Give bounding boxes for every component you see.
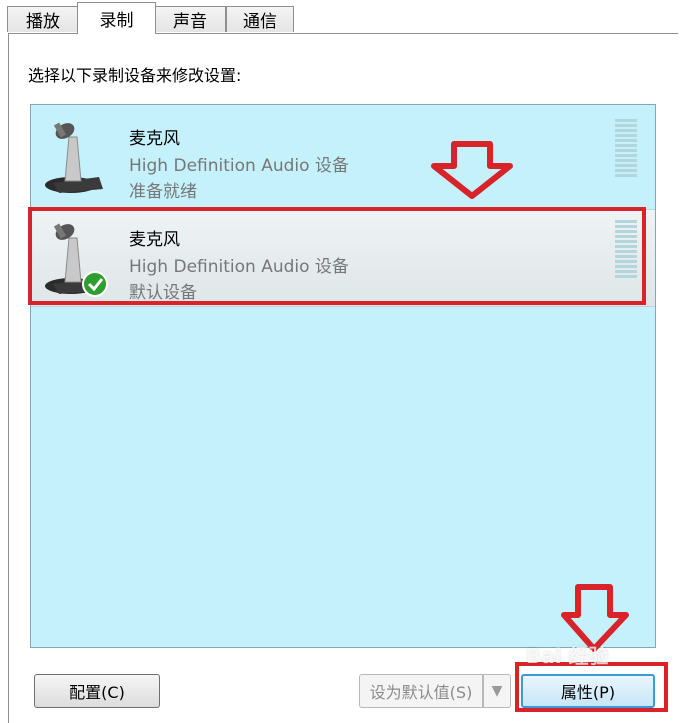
tab-recording[interactable]: 录制: [77, 2, 156, 34]
set-default-button[interactable]: 设为默认值(S): [359, 674, 483, 708]
annotation-highlight-box: [515, 662, 668, 712]
instruction-text: 选择以下录制设备来修改设置:: [28, 66, 242, 85]
device-status: 准备就绪: [129, 182, 197, 202]
level-meter: [615, 119, 637, 179]
chevron-down-icon[interactable]: ▼: [483, 674, 511, 708]
device-list[interactable]: 麦克风 High Definition Audio 设备 准备就绪 麦克风 Hi…: [30, 104, 656, 648]
set-default-split-button[interactable]: 设为默认值(S) ▼: [359, 674, 511, 708]
microphone-icon: [45, 122, 103, 193]
configure-button[interactable]: 配置(C): [34, 674, 160, 708]
tab-playback[interactable]: 播放: [7, 6, 79, 32]
device-name: 麦克风: [129, 129, 180, 149]
annotation-arrow-down-icon: [431, 141, 513, 199]
device-item-microphone-1[interactable]: 麦克风 High Definition Audio 设备 准备就绪: [31, 109, 655, 205]
annotation-highlight-box: [28, 207, 646, 305]
device-description: High Definition Audio 设备: [129, 156, 349, 176]
tab-sounds[interactable]: 声音: [154, 6, 226, 32]
tab-strip: 播放 录制 声音 通信: [0, 0, 681, 34]
watermark: Bai 经验: [526, 644, 609, 668]
tab-communications[interactable]: 通信: [226, 6, 294, 32]
